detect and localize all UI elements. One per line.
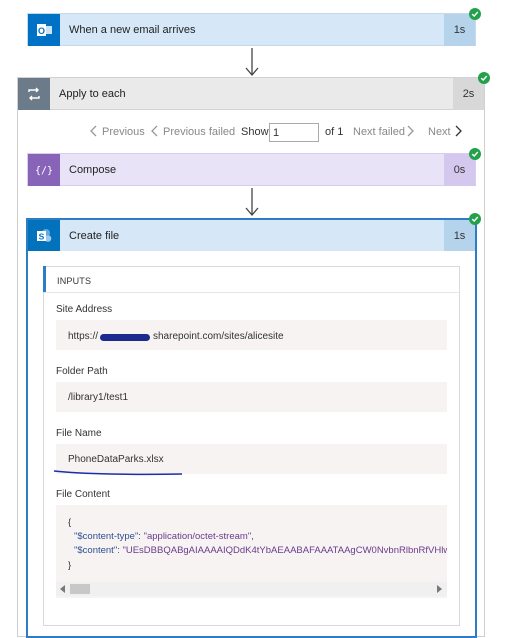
- step-create-file[interactable]: S Create file 1s: [28, 220, 475, 251]
- folder-path-label: Folder Path: [56, 366, 108, 377]
- outlook-icon: O: [28, 14, 60, 46]
- content-open-brace: {: [68, 517, 72, 528]
- scroll-right-arrow-icon[interactable]: [436, 585, 442, 596]
- file-content-label: File Content: [56, 489, 110, 500]
- svg-text:{∕}: {∕}: [35, 166, 53, 177]
- step-when-new-email-arrives[interactable]: O When a new email arrives 1s: [27, 13, 476, 46]
- file-content-field: { "$content-type": "application/octet-st…: [56, 505, 447, 598]
- success-check-icon: [469, 213, 481, 225]
- step-title: Apply to each: [59, 88, 126, 100]
- file-name-value: PhoneDataParks.xlsx: [68, 454, 164, 465]
- content-line: "$content": "UEsDBBQABgAIAAAAIQDdK4tYbAE…: [74, 545, 447, 556]
- success-check-icon: [478, 72, 490, 84]
- compose-icon: {∕}: [28, 154, 60, 186]
- site-address-field: https:// sharepoint.com/sites/alicesite: [56, 320, 447, 350]
- content-type-line: "$content-type": "application/octet-stre…: [74, 531, 254, 542]
- inputs-header-divider: [44, 292, 459, 293]
- scroll-left-arrow-icon[interactable]: [60, 585, 66, 596]
- content-close-brace: }: [68, 560, 72, 571]
- underline-annotation: [53, 470, 183, 476]
- step-duration: 0s: [444, 154, 475, 186]
- content-value: "UEsDBBQABgAIAAAAIQDdK4tYbAEAABAFAAATAAg…: [122, 545, 447, 556]
- chevron-right-icon: [406, 125, 414, 140]
- step-title: Create file: [69, 229, 120, 242]
- horizontal-scrollbar[interactable]: [56, 582, 447, 596]
- content-type-key: "$content-type":: [74, 531, 144, 542]
- content-key: "$content":: [74, 545, 123, 556]
- scrollbar-thumb[interactable]: [70, 584, 90, 594]
- previous-button[interactable]: Previous: [102, 126, 145, 138]
- step-duration: 1s: [444, 220, 475, 251]
- step-apply-to-each[interactable]: Apply to each 2s: [17, 77, 485, 110]
- iteration-pager: Previous Previous failed Show of 1 Next …: [0, 122, 519, 144]
- flow-arrow-icon: [245, 188, 259, 216]
- content-type-value: "application/octet-stream",: [143, 531, 254, 542]
- flow-arrow-icon: [245, 48, 259, 76]
- svg-text:S: S: [39, 231, 45, 241]
- inputs-header-accent: [43, 266, 46, 292]
- show-label: Show: [241, 126, 269, 138]
- svg-text:O: O: [38, 26, 45, 36]
- success-check-icon: [469, 8, 481, 20]
- next-failed-button[interactable]: Next failed: [353, 126, 405, 138]
- site-address-label: Site Address: [56, 304, 113, 315]
- loop-icon: [18, 78, 50, 110]
- site-address-suffix: sharepoint.com/sites/alicesite: [153, 331, 284, 342]
- folder-path-field: /library1/test1: [56, 382, 447, 412]
- next-button[interactable]: Next: [428, 126, 451, 138]
- file-name-label: File Name: [56, 428, 102, 439]
- success-check-icon: [469, 148, 481, 160]
- step-duration: 2s: [453, 78, 484, 110]
- step-title: Compose: [69, 164, 117, 176]
- of-total-label: of 1: [325, 126, 344, 138]
- sharepoint-icon: S: [28, 220, 60, 251]
- step-compose[interactable]: {∕} Compose 0s: [27, 153, 476, 186]
- chevron-right-icon: [454, 125, 462, 140]
- inputs-header: INPUTS: [57, 276, 92, 286]
- folder-path-value: /library1/test1: [68, 392, 129, 403]
- iteration-number-input[interactable]: [269, 123, 319, 142]
- chevron-left-icon: [151, 125, 159, 140]
- chevron-left-icon: [90, 125, 98, 140]
- previous-failed-button[interactable]: Previous failed: [163, 126, 235, 138]
- site-address-prefix: https://: [68, 331, 99, 342]
- redaction-mark: [100, 334, 150, 341]
- step-duration: 1s: [444, 14, 475, 46]
- step-title: When a new email arrives: [69, 24, 196, 36]
